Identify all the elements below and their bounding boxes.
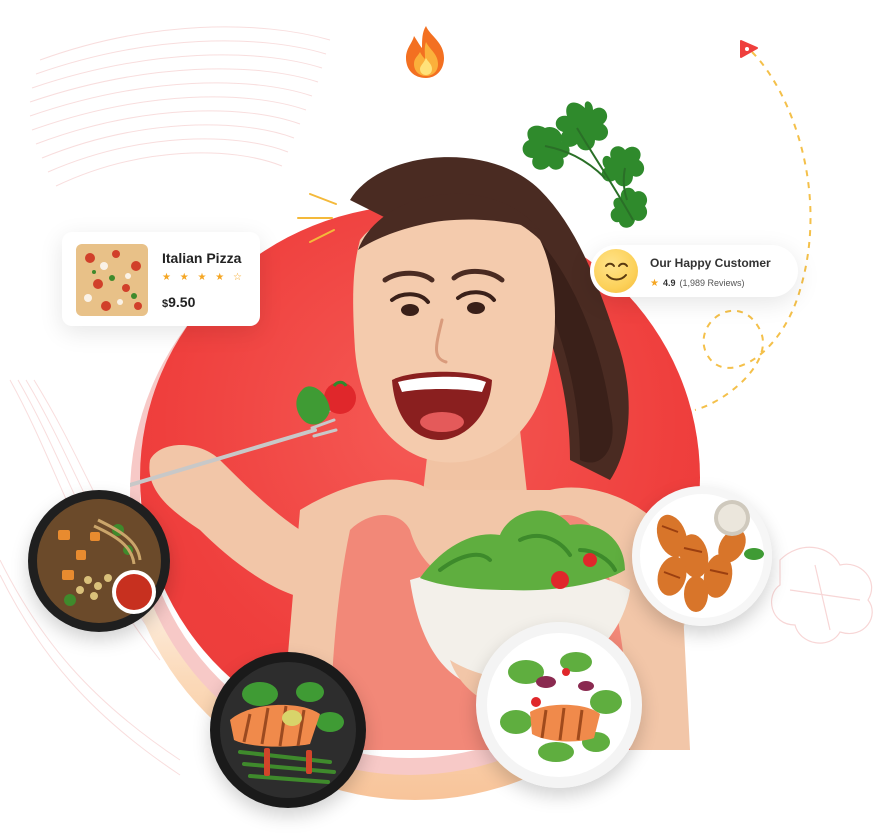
fire-icon <box>406 26 444 78</box>
rating-score: 4.9 <box>662 278 676 288</box>
food-plate-noodles <box>28 490 170 632</box>
play-arrow-icon <box>740 40 758 58</box>
review-count: (1,989 Reviews) <box>679 278 745 288</box>
dashed-curve-path <box>694 51 812 411</box>
happy-customer-card[interactable]: Our Happy Customer ★ 4.9 (1,989 Reviews) <box>590 245 798 297</box>
pizza-rating-stars: ★ ★ ★ ★ ☆ <box>162 272 245 283</box>
pizza-price: $9.50 <box>162 294 195 312</box>
hero-illustration: Italian Pizza ★ ★ ★ ★ ☆ $9.50 Our Happy … <box>0 0 883 840</box>
smile-face-icon <box>594 249 638 293</box>
italian-pizza-card[interactable]: Italian Pizza ★ ★ ★ ★ ☆ $9.50 <box>62 232 260 326</box>
food-plate-salmon-salad <box>476 622 642 788</box>
food-plate-salmon-greens <box>210 652 366 808</box>
pizza-thumbnail-image <box>76 244 148 316</box>
price-amount: 9.50 <box>168 294 196 310</box>
customer-card-title: Our Happy Customer <box>650 256 771 270</box>
rating-star-icon: ★ <box>650 278 659 289</box>
pizza-title: Italian Pizza <box>162 250 242 266</box>
food-plate-grilled-chicken <box>632 486 772 626</box>
customer-rating: ★ 4.9 (1,989 Reviews) <box>650 278 745 289</box>
